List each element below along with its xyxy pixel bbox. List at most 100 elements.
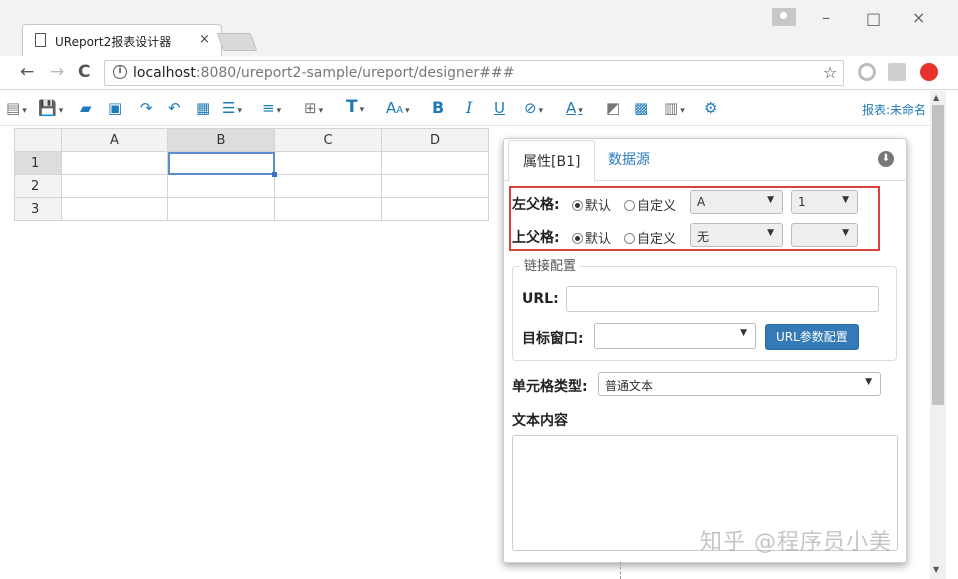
top-parent-select[interactable]: 无 ▼ — [690, 223, 783, 247]
bold-icon[interactable]: B — [432, 98, 444, 117]
url-params-button[interactable]: URL参数配置 — [765, 324, 859, 350]
scroll-down-icon[interactable]: ▼ — [933, 565, 939, 574]
reload-button[interactable]: C — [78, 62, 90, 82]
chevron-down-icon: ▼ — [865, 377, 872, 387]
scrollbar-thumb[interactable] — [932, 105, 944, 405]
back-button[interactable]: ← — [20, 62, 34, 82]
chart-icon[interactable]: ◩ — [606, 99, 620, 117]
top-parent-custom-radio[interactable]: 自定义 — [624, 228, 676, 247]
chevron-down-icon: ▼ — [842, 228, 849, 238]
profile-icon[interactable] — [772, 8, 796, 26]
tab-datasource[interactable]: 数据源 — [594, 139, 664, 181]
cell-type-label: 单元格类型: — [512, 379, 588, 395]
cell-c2[interactable] — [274, 174, 382, 198]
top-parent-select-2[interactable]: ▼ — [791, 223, 858, 247]
cell-a3[interactable] — [61, 197, 168, 221]
column-header-d[interactable]: D — [381, 128, 489, 152]
chevron-down-icon: ▼ — [767, 195, 774, 205]
tab-properties[interactable]: 属性[B1] — [508, 140, 596, 182]
cell-b3[interactable] — [167, 197, 275, 221]
cell-d2[interactable] — [381, 174, 489, 198]
url-input[interactable]: i localhost:8080/ureport2-sample/ureport… — [104, 60, 844, 86]
extension-circle-icon[interactable] — [858, 63, 876, 81]
chevron-down-icon: ▼ — [842, 195, 849, 205]
new-tab-button[interactable] — [216, 33, 258, 51]
redo-icon[interactable]: ↷ — [140, 99, 153, 117]
cell-c1[interactable] — [274, 151, 382, 175]
target-window-select[interactable]: ▼ — [594, 323, 756, 349]
url-path: :8080/ureport2-sample/ureport/designer##… — [195, 65, 515, 81]
tab-title: UReport2报表设计器 — [55, 35, 172, 49]
info-icon[interactable]: i — [113, 65, 127, 79]
designer-toolbar: ▤ ▾ 💾 ▾ ▰ ▣ ↷ ↶ ▦ ☰ ▾ ≡ ▾ ⊞ ▾ T ▾ AA ▾ B I U ⊘ ▾… — [0, 91, 930, 126]
close-window-button[interactable]: × — [912, 8, 925, 27]
italic-icon[interactable]: I — [466, 98, 472, 117]
cell-b1[interactable] — [167, 151, 277, 177]
cell-c3[interactable] — [274, 197, 382, 221]
column-header-b[interactable]: B — [167, 128, 275, 152]
underline-icon[interactable]: U — [494, 99, 505, 117]
preview-icon[interactable]: ▤ ▾ — [6, 99, 27, 117]
row-header-3[interactable]: 3 — [14, 197, 62, 221]
url-host: localhost — [133, 65, 196, 81]
corner-cell[interactable] — [14, 128, 62, 152]
column-header-c[interactable]: C — [274, 128, 382, 152]
left-parent-select[interactable]: A ▼ — [690, 190, 783, 214]
watermark: 知乎 @程序员小美 — [700, 530, 892, 555]
left-parent-label: 左父格: — [512, 197, 560, 213]
save-icon[interactable]: 💾 ▾ — [38, 99, 63, 117]
vertical-scrollbar[interactable]: ▲ ▼ — [930, 91, 946, 579]
import-icon[interactable]: ▣ — [108, 99, 122, 117]
minimize-button[interactable]: – — [822, 8, 830, 27]
fill-handle[interactable] — [272, 172, 277, 177]
align-middle-icon[interactable]: ≡ ▾ — [262, 99, 281, 117]
maximize-button[interactable]: □ — [866, 9, 881, 28]
scroll-up-icon[interactable]: ▲ — [933, 93, 939, 102]
text-icon[interactable]: T ▾ — [346, 97, 364, 117]
cell-type-select[interactable]: 普通文本 ▼ — [598, 372, 881, 396]
property-panel: 属性[B1] 数据源 ⬇ 左父格: 默认 自定义 A ▼ 1 ▼ 上父格: 默认 自… — [503, 138, 907, 563]
extension-red-icon[interactable] — [920, 63, 938, 81]
cell-b2[interactable] — [167, 174, 275, 198]
font-size-icon[interactable]: AA ▾ — [386, 99, 410, 117]
spreadsheet-grid: A B C D 1 2 3 — [14, 128, 489, 221]
extension-qr-icon[interactable] — [888, 63, 906, 81]
image-icon[interactable]: ▩ — [634, 99, 648, 117]
border-icon[interactable]: ⊞ ▾ — [304, 99, 323, 117]
radio-checked-icon — [572, 233, 583, 244]
undo-icon[interactable]: ↶ — [168, 99, 181, 117]
cell-d3[interactable] — [381, 197, 489, 221]
cell-d1[interactable] — [381, 151, 489, 175]
cell-a1[interactable] — [61, 151, 168, 175]
url-field[interactable] — [566, 286, 879, 312]
radio-unchecked-icon — [624, 233, 635, 244]
left-parent-custom-radio[interactable]: 自定义 — [624, 195, 676, 214]
collapse-panel-icon[interactable]: ⬇ — [878, 151, 894, 167]
cell-a2[interactable] — [61, 174, 168, 198]
settings-gear-icon[interactable]: ⚙ — [704, 99, 717, 117]
format-painter-icon[interactable]: ▦ — [196, 99, 210, 117]
link-config-legend: 链接配置 — [520, 255, 581, 274]
panel-tabs: 属性[B1] 数据源 ⬇ — [504, 139, 906, 182]
address-bar: ← → C i localhost:8080/ureport2-sample/u… — [0, 56, 958, 90]
radio-checked-icon — [572, 200, 583, 211]
tab-close-icon[interactable]: × — [199, 32, 210, 47]
page-icon — [35, 33, 46, 47]
browser-tab[interactable]: UReport2报表设计器 × — [22, 24, 222, 56]
font-color-icon[interactable]: A ▾ — [566, 99, 583, 117]
report-name: 报表:未命名 — [862, 103, 927, 117]
fill-color-icon[interactable]: ⊘ ▾ — [524, 99, 543, 117]
row-header-2[interactable]: 2 — [14, 174, 62, 198]
left-parent-default-radio[interactable]: 默认 — [572, 195, 611, 214]
left-parent-select-2[interactable]: 1 ▼ — [791, 190, 858, 214]
row-header-1[interactable]: 1 — [14, 151, 62, 175]
url-label: URL: — [522, 291, 559, 307]
column-header-a[interactable]: A — [61, 128, 168, 152]
open-folder-icon[interactable]: ▰ — [80, 99, 92, 117]
target-window-label: 目标窗口: — [522, 331, 584, 347]
forward-button[interactable]: → — [50, 62, 64, 82]
align-left-icon[interactable]: ☰ ▾ — [222, 99, 242, 117]
bookmark-star-icon[interactable]: ☆ — [823, 63, 837, 82]
barcode-icon[interactable]: ▥ ▾ — [664, 99, 685, 117]
top-parent-default-radio[interactable]: 默认 — [572, 228, 611, 247]
